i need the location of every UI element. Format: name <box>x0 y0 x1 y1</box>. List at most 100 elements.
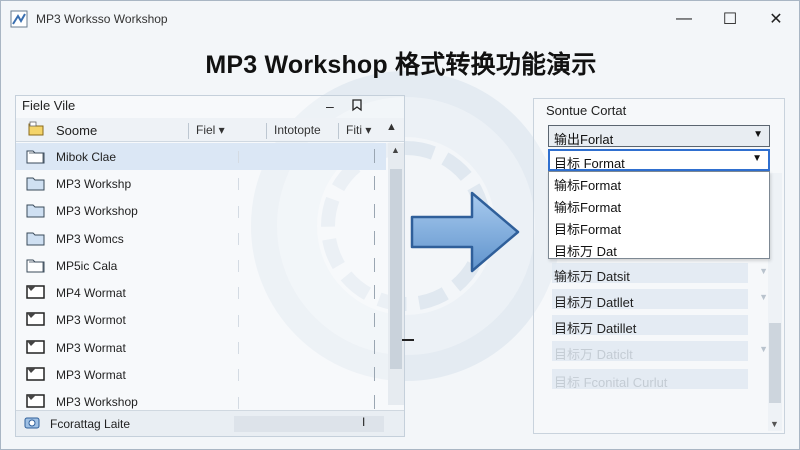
monitor-icon <box>26 394 46 410</box>
format-option-row[interactable]: 输标万 Datsit ▼ <box>552 263 768 284</box>
scroll-down-icon[interactable]: ▼ <box>770 419 779 429</box>
folder-icon <box>26 203 46 219</box>
collapse-button[interactable]: – <box>326 98 334 114</box>
file-panel-title: Fiele Vile <box>22 98 76 113</box>
row-end-marker <box>371 230 375 245</box>
file-list-row[interactable]: MP3 Wormat <box>16 334 386 361</box>
row-end-marker <box>371 394 375 409</box>
status-divider: I <box>362 415 366 429</box>
monitor-icon <box>26 367 46 383</box>
row-end-marker <box>371 285 375 300</box>
file-list-row[interactable]: Mibok Clae <box>16 143 386 171</box>
row-end-marker <box>371 176 375 191</box>
folder-outline-icon <box>26 149 46 165</box>
monitor-icon <box>26 312 46 328</box>
close-icon: ✕ <box>769 11 783 28</box>
dropdown-option[interactable]: 目标万 Dat <box>549 238 769 260</box>
dropdown-option[interactable]: 目标Format <box>549 216 769 238</box>
file-list-row[interactable]: MP3 Workshop <box>16 198 386 225</box>
row-end-marker <box>371 149 375 163</box>
file-list: Mibok Clae MP3 Workshp MP3 Workshop MP3 Wom… <box>16 143 386 443</box>
monitor-icon <box>26 285 46 301</box>
format-panel: Sontue Cortat 输出Forlat ▼ 输标万 Datsit ▼ 目标万 … <box>533 98 785 434</box>
column-divider <box>238 151 239 163</box>
format-panel-scrollbar[interactable]: ▼ <box>768 173 782 431</box>
scrollbar-thumb[interactable] <box>769 323 781 403</box>
row-end-marker <box>371 340 375 355</box>
format-option-row[interactable]: 目标 Fconital Curlut <box>552 369 748 390</box>
column-header-file[interactable]: Fiel ▾ <box>188 123 225 139</box>
format-option-label: 目标 Fconital Curlut <box>554 375 668 390</box>
column-divider <box>238 396 239 409</box>
splitter-handle[interactable] <box>402 339 414 341</box>
folder-outline-icon <box>26 258 46 274</box>
file-list-header: Soome Fiel ▾ Intotopte Fiti ▾ ▲ <box>16 118 404 142</box>
dropdown-option[interactable]: 输标Format <box>549 194 769 216</box>
format-option-label: 目标万 Datillet <box>554 321 637 336</box>
status-text: Fcorattag Laite <box>50 417 131 431</box>
minimize-button[interactable]: — <box>661 1 707 37</box>
chevron-down-icon: ▼ <box>752 153 762 164</box>
close-button[interactable]: ✕ <box>753 1 799 37</box>
app-window: MP3 Worksso Workshop — ☐ ✕ MP3 Workshop … <box>0 0 800 450</box>
chevron-down-icon: ▼ <box>759 344 768 354</box>
output-format-select[interactable]: 输出Forlat ▼ <box>548 125 770 147</box>
column-divider <box>238 369 239 382</box>
row-end-marker <box>371 312 375 327</box>
status-bar: Fcorattag Laite I <box>16 410 404 436</box>
file-list-row[interactable]: MP3 Womcs <box>16 225 386 252</box>
file-name: MP3 Womcs <box>56 231 124 246</box>
pin-icon[interactable] <box>350 99 364 113</box>
format-option-row[interactable]: 目标万 Datllet ▼ <box>552 289 768 310</box>
row-end-marker <box>371 258 375 273</box>
column-header-fit[interactable]: Fiti ▾ <box>338 123 371 139</box>
file-name: MP5ic Cala <box>56 258 118 273</box>
file-name: MP3 Wormot <box>56 313 126 328</box>
format-option-row[interactable]: 目标万 Daticlt ▼ <box>552 341 768 362</box>
file-list-row[interactable]: MP3 Wormot <box>16 307 386 334</box>
file-list-row[interactable]: MP3 Wormat <box>16 361 386 388</box>
file-list-row[interactable]: MP5ic Cala <box>16 252 386 279</box>
title-bar: MP3 Worksso Workshop — ☐ ✕ <box>1 1 799 37</box>
maximize-icon: ☐ <box>722 11 738 28</box>
folder-icon <box>26 231 46 247</box>
file-name: Mibok Clae <box>56 149 117 164</box>
chevron-down-icon: ▼ <box>759 292 768 302</box>
column-divider <box>238 287 239 300</box>
format-option-label: 输标万 Datsit <box>554 269 630 284</box>
minimize-icon: — <box>676 10 692 27</box>
chevron-down-icon: ▼ <box>759 266 768 276</box>
file-list-row[interactable]: MP4 Wormat <box>16 279 386 306</box>
column-header-type[interactable]: Intotopte <box>266 123 321 139</box>
column-divider <box>238 342 239 355</box>
maximize-button[interactable]: ☐ <box>707 1 753 37</box>
app-logo-icon <box>10 10 28 28</box>
file-name: MP3 Workshp <box>56 176 132 191</box>
sort-up-icon[interactable]: ▲ <box>386 121 397 133</box>
window-title: MP3 Worksso Workshop <box>36 12 168 26</box>
column-divider <box>238 314 239 327</box>
file-name: MP4 Wormat <box>56 286 126 301</box>
row-end-marker <box>371 203 375 218</box>
column-divider <box>238 232 239 245</box>
dropdown-option[interactable]: 输标Format <box>549 172 769 194</box>
column-divider <box>238 260 239 273</box>
file-list-scrollbar[interactable]: ▲ <box>388 143 404 405</box>
output-format-value: 输出Forlat <box>554 132 614 147</box>
monitor-icon <box>26 339 46 356</box>
scrollbar-thumb[interactable] <box>390 169 402 369</box>
format-dropdown-menu: 输标Format 输标Format 目标Format 目标万 Dat <box>548 171 770 259</box>
chevron-down-icon: ▼ <box>753 129 763 140</box>
scroll-up-icon[interactable]: ▲ <box>391 145 400 155</box>
file-name: MP3 Wormat <box>56 368 126 383</box>
column-header-name[interactable]: Soome <box>56 123 97 138</box>
column-divider <box>238 178 239 191</box>
target-format-select[interactable]: 目标 Format ▼ <box>548 149 770 171</box>
format-option-row[interactable]: 目标万 Datillet <box>552 315 748 336</box>
conversion-arrow-icon <box>406 187 526 277</box>
file-name: MP3 Wormat <box>56 340 126 355</box>
format-panel-title: Sontue Cortat <box>546 103 627 118</box>
page-title: MP3 Workshop 格式转换功能演示 <box>205 51 597 79</box>
format-option-label: 目标万 Daticlt <box>554 347 633 362</box>
file-list-row[interactable]: MP3 Workshp <box>16 170 386 197</box>
